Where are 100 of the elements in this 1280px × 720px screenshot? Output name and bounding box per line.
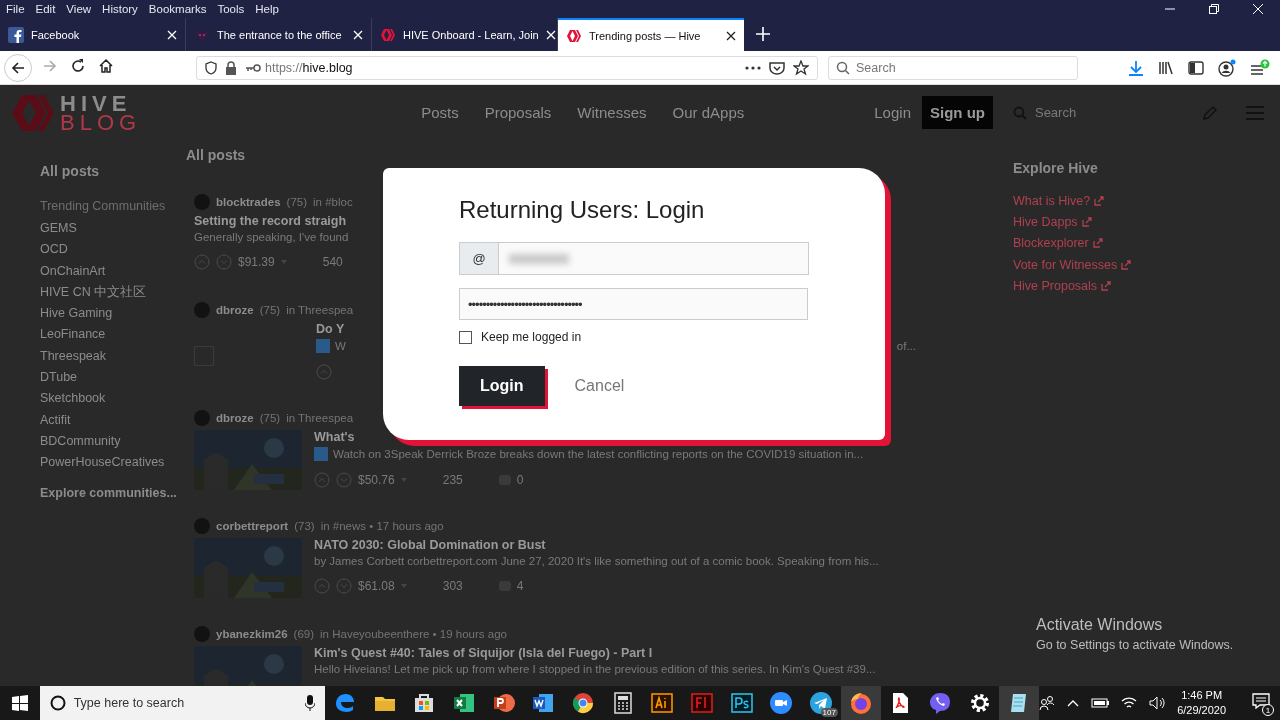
back-arrow-icon xyxy=(10,59,26,76)
menu-item[interactable]: Bookmarks xyxy=(142,3,212,15)
nav-link[interactable]: Witnesses xyxy=(577,104,647,121)
windows-start-icon[interactable] xyxy=(11,695,28,711)
menu-item[interactable]: Help xyxy=(249,3,284,15)
external-link[interactable]: Blockexplorer xyxy=(1013,236,1089,251)
browser-tab[interactable]: Trending posts — Hive xyxy=(558,18,744,51)
slides-icon xyxy=(491,691,516,715)
author-link[interactable]: blocktrades xyxy=(216,196,281,208)
author-link[interactable]: corbettreport xyxy=(216,520,289,532)
author-link[interactable]: dbroze xyxy=(216,304,254,316)
external-link[interactable]: Vote for Witnesses xyxy=(1013,257,1118,272)
sidebar-title: Explore Hive xyxy=(1013,160,1099,176)
menu-item[interactable]: Tools xyxy=(211,3,250,15)
sidebar-title[interactable]: All posts xyxy=(40,163,186,179)
photoshop-icon xyxy=(729,691,754,715)
password-field[interactable]: •••••••••••••••••••••••••••••••• xyxy=(459,288,808,320)
url-text: https:// xyxy=(265,60,303,75)
reputation: (75) xyxy=(259,304,281,316)
community-link[interactable]: Hive Gaming xyxy=(40,303,186,325)
external-link-icon xyxy=(1121,259,1132,270)
payout[interactable]: $61.08 xyxy=(358,579,395,593)
post-title[interactable]: NATO 2030: Global Domination or Bust xyxy=(314,538,879,552)
library-icon[interactable] xyxy=(1158,59,1174,76)
author-link[interactable]: ybanezkim26 xyxy=(216,628,288,640)
signup-button[interactable]: Sign up xyxy=(921,96,993,129)
reputation: (69) xyxy=(293,628,315,640)
username-field[interactable]: @ xyxy=(459,242,809,275)
menu-item[interactable]: History xyxy=(96,3,143,15)
nav-link[interactable]: Proposals xyxy=(484,104,552,121)
document-icon xyxy=(531,691,556,715)
search-box[interactable]: Search xyxy=(1012,105,1153,120)
restore-icon[interactable] xyxy=(1209,4,1219,14)
community-link[interactable]: Threespeak xyxy=(40,345,186,368)
microphone-icon xyxy=(305,695,316,711)
wifi-icon[interactable] xyxy=(1121,696,1138,710)
battery-icon[interactable] xyxy=(1091,698,1110,708)
post-title[interactable]: Kim's Quest #40: Tales of Siquijor (Isla del Fuego) - Part I xyxy=(314,646,876,660)
community-link[interactable]: GEMS xyxy=(40,218,186,240)
community-link[interactable]: OCD xyxy=(40,239,186,261)
account-icon[interactable] xyxy=(1218,58,1236,77)
nav-link[interactable]: Posts xyxy=(421,104,459,121)
menu-item[interactable]: Edit xyxy=(29,3,61,15)
address-bar[interactable]: https://hive.blog xyxy=(196,55,818,80)
shield-icon xyxy=(205,60,217,75)
reload-icon[interactable] xyxy=(70,57,86,74)
taskbar-app[interactable] xyxy=(840,686,881,720)
login-button[interactable]: Login xyxy=(459,366,545,406)
payout[interactable]: $50.76 xyxy=(358,473,395,487)
community-link[interactable]: DTube xyxy=(40,367,186,389)
community-link[interactable]: Sketchbook xyxy=(40,388,186,410)
post-meta: in Haveyoubeenthere • 19 hours ago xyxy=(320,628,507,640)
community-link[interactable]: OnChainArt xyxy=(40,260,186,282)
home-icon[interactable] xyxy=(98,57,114,74)
payout[interactable]: $91.39 xyxy=(238,255,275,269)
sidebar-icon[interactable] xyxy=(1188,60,1204,75)
post-meta: in #news • 17 hours ago xyxy=(320,520,444,532)
star-icon[interactable] xyxy=(793,59,809,76)
people-icon[interactable] xyxy=(1039,695,1056,711)
logo-text: BLOG xyxy=(60,112,142,132)
checkbox[interactable] xyxy=(459,330,472,344)
post-title[interactable]: Setting the record straigh xyxy=(194,214,349,228)
checkbox-label[interactable]: Keep me logged in xyxy=(481,330,582,344)
new-tab-icon[interactable] xyxy=(756,27,770,41)
nav-link[interactable]: Our dApps xyxy=(672,104,745,121)
menu-item[interactable]: File xyxy=(0,3,30,15)
community-link[interactable]: HIVE CN 中文社区 xyxy=(40,281,186,304)
taskbar-app[interactable] xyxy=(999,686,1040,720)
login-link[interactable]: Login xyxy=(874,104,911,121)
author-link[interactable]: dbroze xyxy=(216,412,254,424)
chrome-icon xyxy=(571,691,596,715)
clock[interactable]: 1:46 PM 6/29/2020 xyxy=(1177,688,1227,718)
external-link[interactable]: Hive Proposals xyxy=(1013,278,1098,293)
volume-icon[interactable] xyxy=(1149,696,1166,710)
community-link[interactable]: Actifit xyxy=(40,409,186,431)
search-field[interactable]: Search xyxy=(856,60,1070,75)
menu-icon[interactable] xyxy=(1250,58,1270,77)
dialog-title: Returning Users: Login xyxy=(459,196,706,224)
hive-logo-icon xyxy=(566,27,582,44)
search-box[interactable]: Search xyxy=(828,55,1078,80)
search-box[interactable]: Type here to search xyxy=(39,686,326,720)
explore-link[interactable]: Explore communities... xyxy=(40,485,186,500)
community-link[interactable]: PowerHouseCreatives xyxy=(40,452,186,474)
community-link[interactable]: LeoFinance xyxy=(40,324,186,346)
comment-count: 4 xyxy=(516,579,524,593)
more-icon[interactable] xyxy=(745,65,761,70)
taskbar-app[interactable]: 107 xyxy=(801,686,841,720)
search-field[interactable]: Search xyxy=(1034,105,1153,120)
chevron-up-icon[interactable] xyxy=(1067,699,1080,707)
notification-icon[interactable] xyxy=(1252,693,1271,709)
search-field[interactable]: Type here to search xyxy=(73,696,298,710)
community-link[interactable]: BDCommunity xyxy=(40,430,186,453)
pocket-icon[interactable] xyxy=(769,60,785,75)
close-icon[interactable] xyxy=(726,30,736,41)
external-link[interactable]: What is Hive? xyxy=(1013,193,1091,208)
cancel-link[interactable]: Cancel xyxy=(574,377,625,395)
external-link[interactable]: Hive Dapps xyxy=(1013,214,1078,229)
comment-count: 0 xyxy=(516,473,524,487)
download-icon[interactable] xyxy=(1128,59,1144,76)
menu-item[interactable]: View xyxy=(60,3,97,15)
